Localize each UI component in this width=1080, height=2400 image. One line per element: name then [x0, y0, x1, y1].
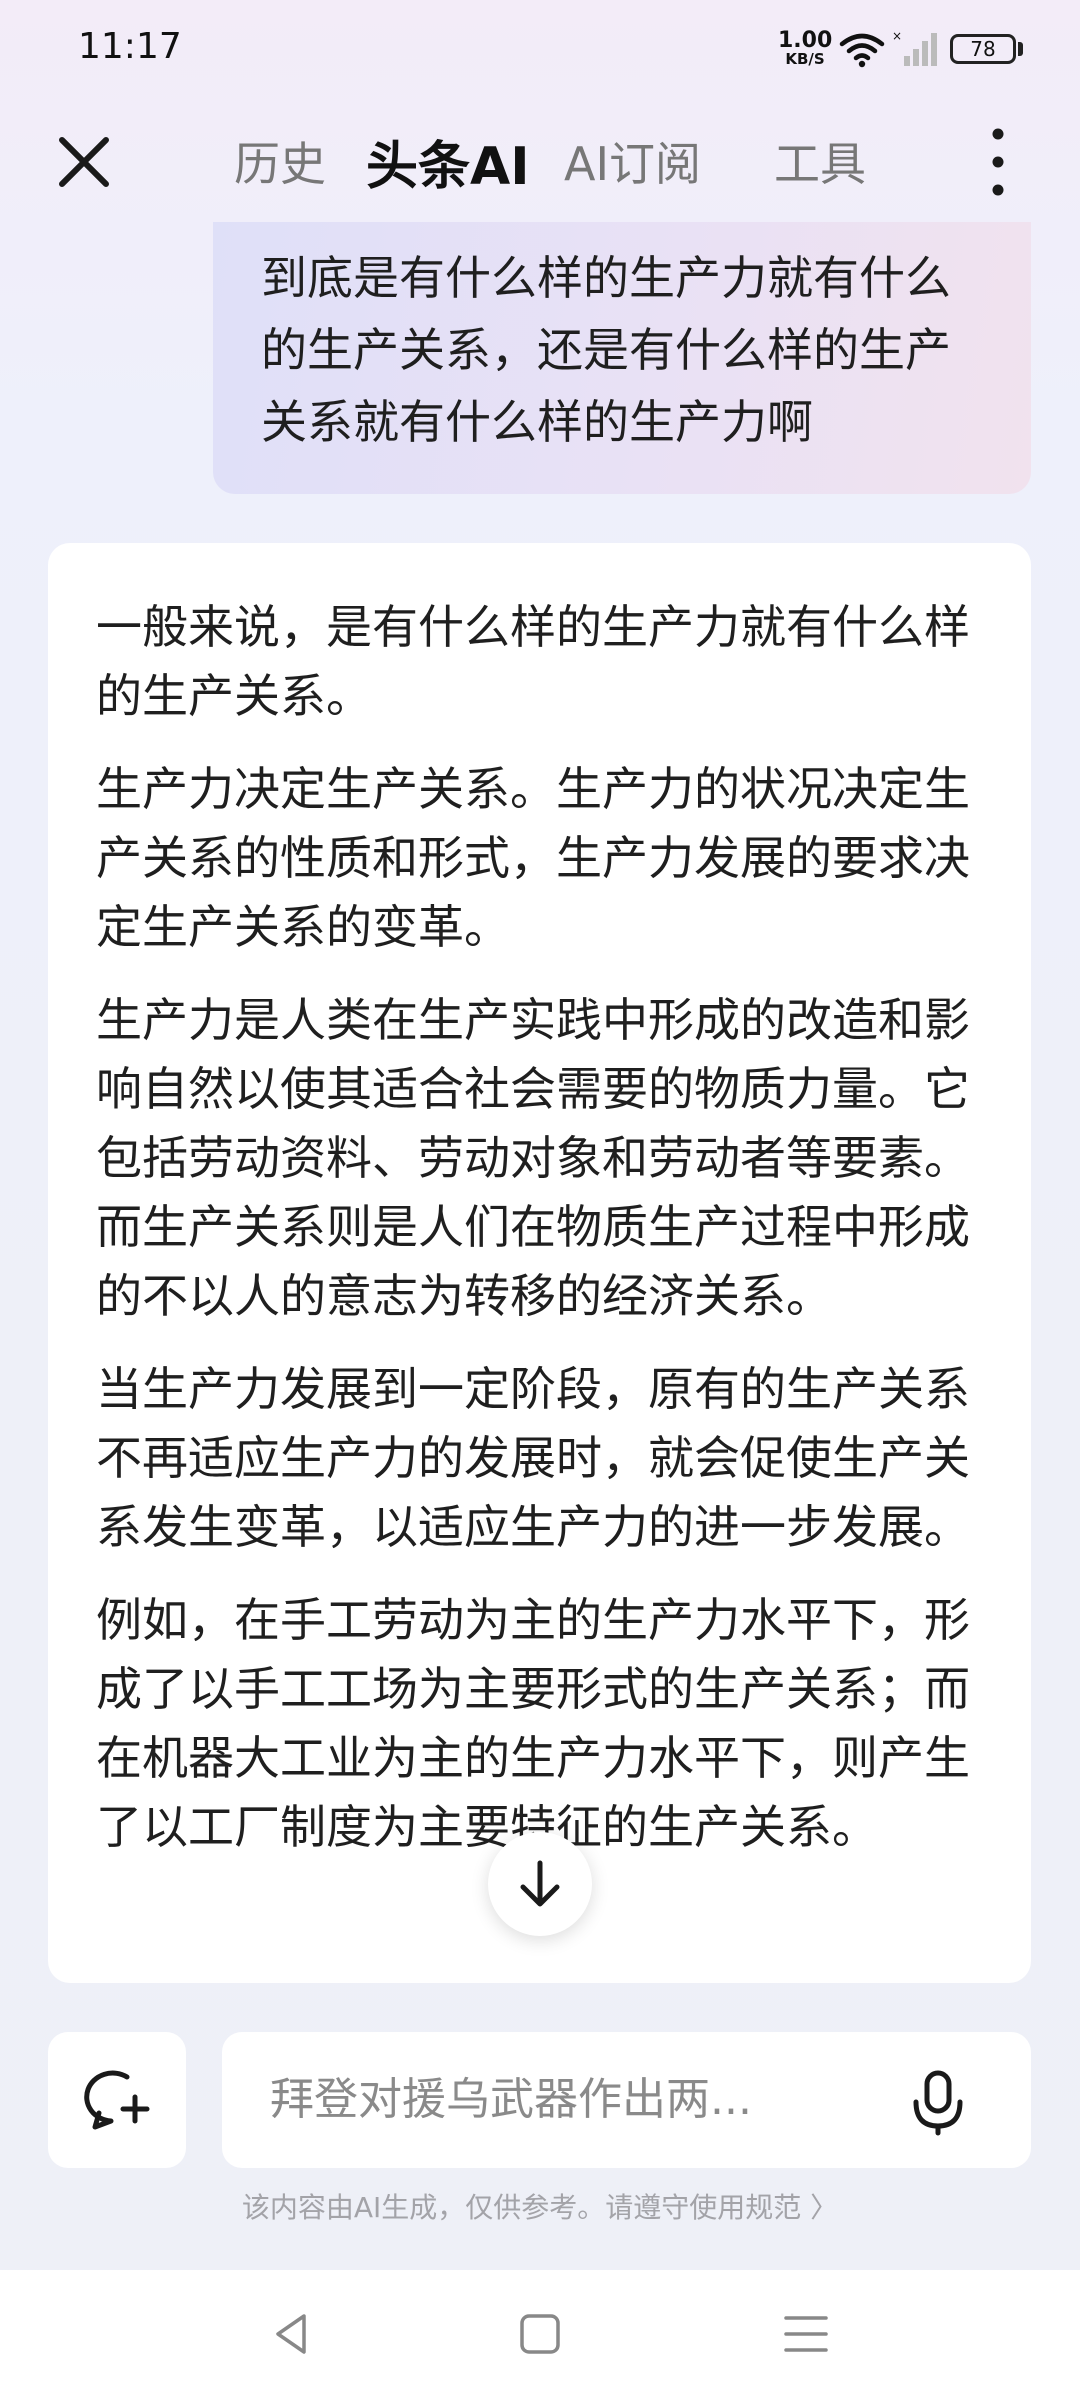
more-vertical-icon[interactable] [978, 124, 1018, 200]
new-chat-button[interactable] [48, 2032, 186, 2168]
network-speed-value: 1.00 [778, 28, 833, 53]
microphone-icon[interactable] [908, 2070, 968, 2136]
bottom-input-area: 拜登对援乌武器作出两... 该内容由AI生成，仅供参考。请遵守使用规范 〉 [0, 2000, 1080, 2270]
ai-paragraph: 一般来说，是有什么样的生产力就有什么样的生产关系。 [96, 600, 970, 723]
ai-disclaimer[interactable]: 该内容由AI生成，仅供参考。请遵守使用规范 〉 [0, 2186, 1080, 2226]
user-message-bubble: 到底是有什么样的生产力就有什么的生产关系，还是有什么样的生产关系就有什么样的生产… [213, 222, 1031, 494]
scroll-to-bottom-button[interactable] [488, 1832, 592, 1936]
ai-paragraph: 例如，在手工劳动为主的生产力水平下，形成了以手工工场为主要形式的生产关系；而在机… [96, 1593, 970, 1854]
menu-lines-icon[interactable] [780, 2308, 832, 2360]
square-home-icon[interactable] [514, 2308, 566, 2360]
chat-input[interactable]: 拜登对援乌武器作出两... [222, 2032, 1031, 2168]
arrow-down-icon [520, 1860, 560, 1907]
ai-paragraph: 当生产力发展到一定阶段，原有的生产关系不再适应生产力的发展时，就会促使生产关系发… [96, 1362, 970, 1554]
tab-history[interactable]: 历史 [234, 128, 326, 194]
cellular-signal-icon: × [892, 29, 937, 66]
tab-tools[interactable]: 工具 [774, 128, 866, 194]
status-time: 11:17 [78, 26, 182, 67]
system-nav-bar [0, 2270, 1080, 2400]
close-icon[interactable] [52, 130, 116, 194]
battery-tip [1018, 42, 1023, 56]
status-bar: 11:17 1.00 KB/S × 78 [0, 0, 1080, 100]
top-nav: 历史 头条AI AI订阅 工具 [0, 100, 1080, 220]
wifi-icon [839, 33, 885, 68]
ai-paragraph: 生产力决定生产关系。生产力的状况决定生产关系的性质和形式，生产力发展的要求决定生… [96, 762, 970, 954]
svg-text:×: × [892, 29, 902, 43]
ai-response-text: 一般来说，是有什么样的生产力就有什么样的生产关系。 生产力决定生产关系。生产力的… [48, 543, 1031, 1862]
triangle-back-icon[interactable] [266, 2308, 318, 2360]
network-speed-unit: KB/S [785, 50, 825, 68]
tab-ai-subscribe[interactable]: AI订阅 [564, 128, 701, 194]
ai-response-card: 一般来说，是有什么样的生产力就有什么样的生产关系。 生产力决定生产关系。生产力的… [48, 543, 1031, 1983]
user-message-text: 到底是有什么样的生产力就有什么的生产关系，还是有什么样的生产关系就有什么样的生产… [261, 251, 951, 449]
tab-toutiao-ai[interactable]: 头条AI [366, 124, 530, 199]
chat-plus-icon [84, 2070, 150, 2130]
chat-input-placeholder: 拜登对援乌武器作出两... [270, 2074, 752, 2125]
battery-icon: 78 [950, 34, 1016, 64]
battery-level: 78 [970, 37, 996, 61]
network-speed: 1.00 KB/S [778, 30, 832, 67]
ai-paragraph: 生产力是人类在生产实践中形成的改造和影响自然以使其适合社会需要的物质力量。它包括… [96, 993, 970, 1323]
